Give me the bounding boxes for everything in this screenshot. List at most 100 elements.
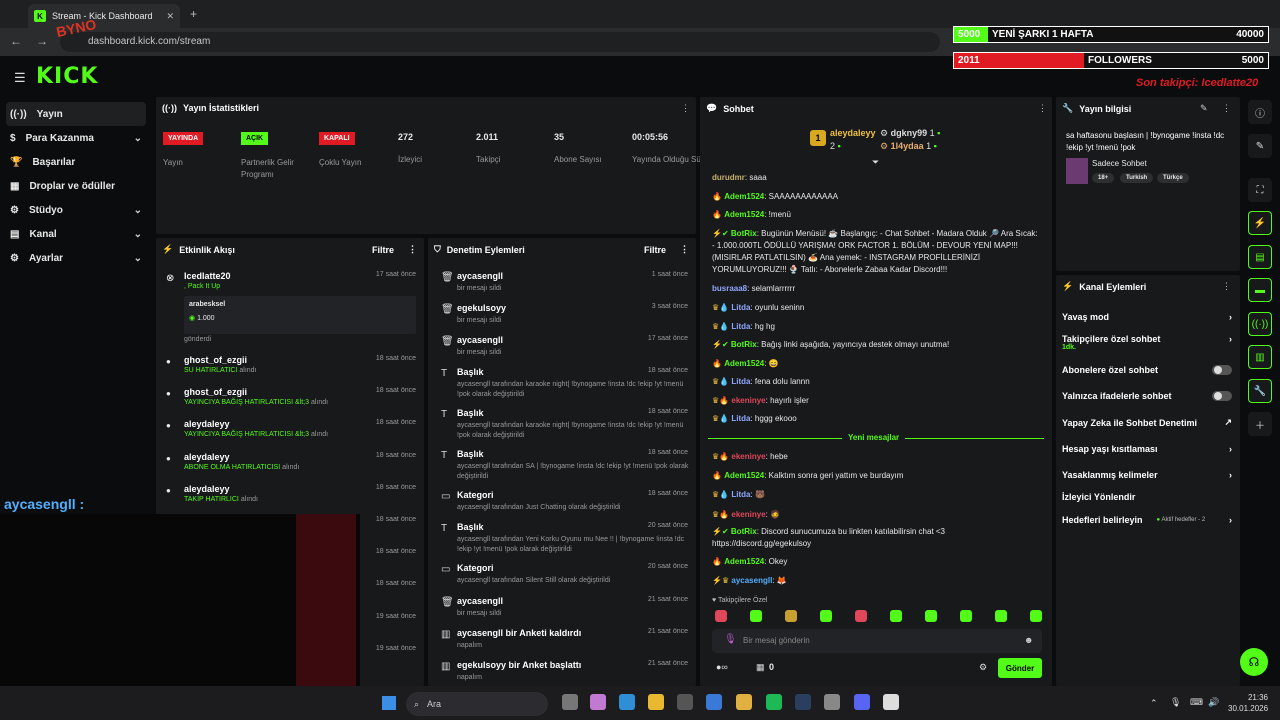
emote-icon[interactable] xyxy=(890,610,902,622)
activity-item[interactable]: Icedlatte20, Pack It Up 17 saat önce ⊗ a… xyxy=(162,271,418,343)
gear-icon[interactable]: ⚙ xyxy=(979,662,987,673)
chat-user[interactable]: BotRix xyxy=(731,229,757,238)
subs-only-toggle[interactable] xyxy=(1212,365,1232,375)
emote-icon[interactable] xyxy=(960,610,972,622)
category-name[interactable]: Sadece Sohbet xyxy=(1092,159,1147,168)
chat-message[interactable]: ♛🔥 ekeninye: hebe xyxy=(712,451,1042,463)
activity-item[interactable]: ● ghost_of_ezgii YAYINCIYA BAĞIŞ HATIRLATI… xyxy=(162,387,418,406)
menu-icon[interactable]: ☰ xyxy=(14,70,26,86)
channel-action-followers-only[interactable]: Takipçilere özel sohbet 1dk. › xyxy=(1062,334,1232,351)
chat-message[interactable]: 🔥 Adem1524: 😄 xyxy=(712,358,1042,370)
chat-user[interactable]: Litda xyxy=(731,322,750,331)
chat-user[interactable]: Litda xyxy=(731,414,750,423)
chat-user[interactable]: BotRix xyxy=(731,527,757,536)
chat-input-placeholder[interactable]: Bir mesaj gönderin xyxy=(743,636,810,645)
activity-filter-button[interactable]: Filtre ⋮ xyxy=(372,244,417,255)
chat-message[interactable]: 🔥 Adem1524: SAAAAAAAAAAAA xyxy=(712,191,1042,203)
chat-user[interactable]: Litda xyxy=(731,303,750,312)
support-headset-icon[interactable]: ☊ xyxy=(1240,648,1268,676)
sidebar-item-channel[interactable]: ▤ Kanal ⌄ xyxy=(0,222,152,246)
more-options-icon[interactable]: ⋮ xyxy=(1038,103,1047,114)
top-gifter-1[interactable]: aleydaleyy xyxy=(830,128,876,138)
mod-item[interactable]: 🗑 egekulsoyy bir mesajı sildi 3 saat önce xyxy=(441,303,690,326)
notes-icon[interactable]: ▤ xyxy=(1248,245,1272,269)
more-options-icon[interactable]: ⋮ xyxy=(1222,281,1231,292)
emote-icon[interactable] xyxy=(1030,610,1042,622)
spotify-icon[interactable] xyxy=(766,694,782,710)
activity-item[interactable]: ● aleydaleyy YAYINCIYA BAĞIŞ HATIRLATICISI… xyxy=(162,419,418,438)
chat-user[interactable]: durudmr xyxy=(712,173,745,182)
new-tab-icon[interactable]: + xyxy=(190,7,197,21)
store-icon[interactable] xyxy=(677,694,693,710)
emote-icon[interactable] xyxy=(925,610,937,622)
back-icon[interactable]: ← xyxy=(10,34,22,48)
chat-message[interactable]: ♛💧 Litda: fena dolu lannn xyxy=(712,376,1042,388)
chat-message[interactable]: ♛💧 Litda: oyunlu seninn xyxy=(712,302,1042,314)
emote-only-toggle[interactable] xyxy=(1212,391,1232,401)
browser-tab[interactable]: K Stream - Kick Dashboard ✕ xyxy=(28,4,180,28)
bolt-icon[interactable]: ⚡ xyxy=(1248,211,1272,235)
discord-icon[interactable] xyxy=(854,694,870,710)
channel-action-raid[interactable]: İzleyici Yönlendir xyxy=(1062,492,1232,502)
chat-message[interactable]: ♛💧 Litda: 🐻 xyxy=(712,489,1042,501)
chat-message[interactable]: 🔥 Adem1524: Kalktım sonra geri yattım ve… xyxy=(712,470,1042,482)
steam-icon[interactable] xyxy=(795,694,811,710)
chat-message[interactable]: ⚡✔ BotRix: Bugünün Menüsü! ☕ Başlangıç: … xyxy=(712,228,1042,276)
mod-item[interactable]: T Başlık aycasengll tarafından Yeni Korku … xyxy=(441,522,690,555)
chat-message[interactable]: ♛💧 Litda: hg hg xyxy=(712,321,1042,333)
channel-action-slow-mode[interactable]: Yavaş mod › xyxy=(1062,312,1232,322)
chat-user[interactable]: Adem1524 xyxy=(724,359,764,368)
top-gifter-3[interactable]: ⚙ 1l4ydaa 1 ▪ xyxy=(880,141,937,152)
chat-message[interactable]: busraaa8: selamlarrrrrr xyxy=(712,283,1042,295)
app-icon[interactable] xyxy=(824,694,840,710)
chat-message[interactable]: 🔥 Adem1524: Okey xyxy=(712,556,1042,568)
activity-item[interactable]: ● aleydaleyy ABONE OLMA HATIRLATICISI alın… xyxy=(162,452,418,471)
emote-icon[interactable] xyxy=(995,610,1007,622)
sidebar-item-stream[interactable]: ((·)) Yayın xyxy=(6,102,146,126)
chat-message[interactable]: ⚡♛ aycasengll: 🦊 xyxy=(712,575,1042,587)
chat-user[interactable]: Adem1524 xyxy=(724,471,764,480)
obs-icon[interactable] xyxy=(883,694,899,710)
channel-action-goals[interactable]: Hedefleri belirleyin ● Aktif hedefler - 2… xyxy=(1062,515,1232,525)
send-button[interactable]: Gönder xyxy=(998,658,1042,678)
chat-user[interactable]: aycasengll xyxy=(731,576,772,585)
chat-icon[interactable]: ▬ xyxy=(1248,278,1272,302)
chat-user[interactable]: Adem1524 xyxy=(724,192,764,201)
channel-action-ai-moderation[interactable]: Yapay Zeka ile Sohbet Denetimi ↗ xyxy=(1062,417,1232,428)
emote-icon[interactable] xyxy=(820,610,832,622)
chat-message[interactable]: 🔥 Adem1524: !menü xyxy=(712,209,1042,221)
chat-user[interactable]: Litda xyxy=(731,490,750,499)
mod-item[interactable]: 🗑 aycasengll bir mesajı sildi 17 saat önce xyxy=(441,335,690,358)
edit-icon[interactable]: ✎ xyxy=(1200,103,1208,114)
volume-icon[interactable]: 🔊 xyxy=(1208,697,1219,708)
network-icon[interactable]: ⌨ xyxy=(1190,697,1203,708)
filter-icon[interactable]: ⏷ xyxy=(872,157,879,168)
wrench-icon[interactable]: 🔧 xyxy=(1248,379,1272,403)
mod-item[interactable]: ▥ aycasengll bir Anketi kaldırdı napalım 21… xyxy=(441,628,690,651)
forward-icon[interactable]: → xyxy=(36,34,48,48)
top-gifter-2[interactable]: ⚙ dgkny99 1 ▪ xyxy=(880,128,940,139)
chat-user[interactable]: ekeninye xyxy=(731,452,765,461)
chat-message[interactable]: ⚡✔ BotRix: Discord sunucumuza bu linkten… xyxy=(712,526,1042,550)
mod-item[interactable]: 🗑 aycasengll bir mesajı sildi 1 saat önce xyxy=(441,271,690,294)
taskbar-search[interactable]: ⌕ Ara xyxy=(406,692,548,716)
fullscreen-icon[interactable]: ⛶ xyxy=(1248,178,1272,202)
windows-start-icon[interactable] xyxy=(382,696,396,710)
chat-message[interactable]: ⚡✔ BotRix: Bağış linki aşağıda, yayıncıy… xyxy=(712,339,1042,351)
more-options-icon[interactable]: ⋮ xyxy=(680,244,689,255)
task-view-icon[interactable] xyxy=(562,694,578,710)
activity-item[interactable]: ● aleydaleyy TAKİP HATIRLICI alındı 18 saat… xyxy=(162,484,418,503)
explorer-icon[interactable] xyxy=(648,694,664,710)
broadcast-icon[interactable]: ((·)) xyxy=(1248,312,1272,336)
channel-action-emote-only[interactable]: Yalnızca ifadelerle sohbet xyxy=(1062,391,1232,401)
edge-icon[interactable] xyxy=(619,694,635,710)
chat-user[interactable]: ekeninye xyxy=(731,510,765,519)
tray-chevron-up-icon[interactable]: ⌃ xyxy=(1150,698,1158,709)
microphone-icon[interactable]: 🎙 xyxy=(1170,697,1181,708)
more-options-icon[interactable]: ⋮ xyxy=(1222,103,1231,114)
tag-pill[interactable]: Turkish xyxy=(1120,173,1154,183)
mail-icon[interactable] xyxy=(706,694,722,710)
sidebar-item-achievements[interactable]: 🏆 Başarılar xyxy=(0,150,152,174)
chat-user[interactable]: ekeninye xyxy=(731,396,765,405)
channel-action-account-age[interactable]: Hesap yaşı kısıtlaması › xyxy=(1062,444,1232,454)
